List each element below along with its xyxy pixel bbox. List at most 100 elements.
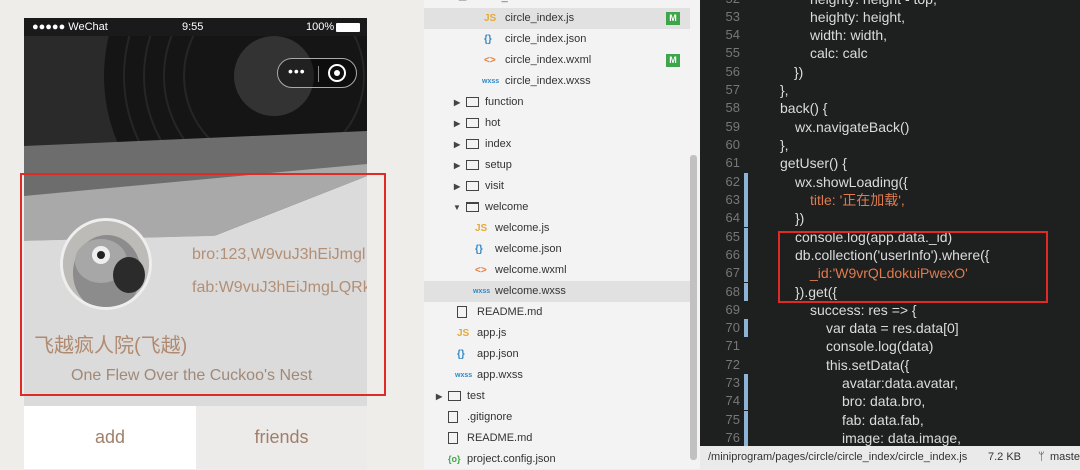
tree-item-label: welcome.wxss xyxy=(495,285,566,297)
line-number: 63 xyxy=(725,192,740,207)
code-line: 58 back() { xyxy=(700,99,1080,117)
line-text: }, xyxy=(780,137,789,153)
tab-add[interactable]: add xyxy=(24,406,196,469)
git-change-marker xyxy=(744,191,748,210)
tree-scrollbar[interactable] xyxy=(690,155,697,460)
chevron-down-icon: ▼ xyxy=(453,203,461,212)
code-line: 62 wx.showLoading({ xyxy=(700,173,1080,192)
tree-item[interactable]: <> welcome.wxml xyxy=(424,260,690,281)
tree-item[interactable]: {} welcome.json xyxy=(424,239,690,260)
js-file-icon: JS xyxy=(484,13,497,24)
git-change-marker xyxy=(744,228,748,247)
code-line: 72 this.setData({ xyxy=(700,356,1080,374)
tree-folder[interactable]: ▶ test xyxy=(424,386,690,407)
line-text: calc: calc xyxy=(810,45,868,61)
battery-icon xyxy=(336,23,360,32)
line-number: 58 xyxy=(725,100,740,115)
tree-folder[interactable]: ▶ index xyxy=(424,134,690,155)
carrier-label: ●●●●● WeChat xyxy=(32,21,108,33)
miniprogram-capsule[interactable]: ••• xyxy=(277,58,357,88)
highlight-box-code xyxy=(778,231,1048,303)
tree-item[interactable]: wxss app.wxss xyxy=(424,365,690,386)
tree-item-label: project.config.json xyxy=(467,453,556,465)
tree-item[interactable]: {} app.json xyxy=(424,344,690,365)
code-line: 69 success: res => { xyxy=(700,301,1080,319)
code-editor[interactable]: 52 heighty: height - top, 53 heighty: he… xyxy=(700,0,1080,446)
line-text: width: width, xyxy=(810,27,888,43)
tree-folder[interactable]: ▶ setup xyxy=(424,155,690,176)
tree-item[interactable]: .gitignore xyxy=(424,407,690,428)
tree-folder[interactable]: ▶ hot xyxy=(424,113,690,134)
git-change-marker xyxy=(744,209,748,228)
battery-level: 100% xyxy=(306,21,335,33)
tree-item[interactable]: {o} project.config.json xyxy=(424,449,690,470)
modified-badge: M xyxy=(666,54,680,67)
file-path: /miniprogram/pages/circle/circle_index/c… xyxy=(708,451,968,463)
code-line: 64 }) xyxy=(700,209,1080,228)
tab-friends[interactable]: friends xyxy=(196,406,367,469)
tree-folder-circle-index[interactable]: ⊟ circle_index xyxy=(424,0,690,8)
line-number: 60 xyxy=(725,137,740,152)
line-number: 59 xyxy=(725,119,740,134)
tree-item[interactable]: JS welcome.js xyxy=(424,218,690,239)
tree-item-label: welcome.wxml xyxy=(495,264,567,276)
folder-open-icon xyxy=(466,202,479,212)
more-icon[interactable]: ••• xyxy=(288,63,306,79)
tree-item[interactable]: {} circle_index.json xyxy=(424,29,690,50)
file-icon xyxy=(448,411,458,423)
tree-folder[interactable]: ▶ function xyxy=(424,92,690,113)
tree-item[interactable]: JS app.js xyxy=(424,323,690,344)
tree-item-label: .gitignore xyxy=(467,411,513,423)
line-number: 69 xyxy=(725,302,740,317)
line-number: 62 xyxy=(725,174,740,189)
line-number: 66 xyxy=(725,247,740,262)
json-file-icon: {} xyxy=(457,349,465,360)
tree-folder[interactable]: ▼ welcome xyxy=(424,197,690,218)
chevron-right-icon: ▶ xyxy=(454,140,461,149)
git-change-marker xyxy=(744,264,748,283)
tree-item[interactable]: wxss circle_index.wxss xyxy=(424,71,690,92)
line-text: heighty: height, xyxy=(810,9,905,25)
tree-item-label: circle_index.wxml xyxy=(505,54,592,66)
line-text: }) xyxy=(795,210,805,226)
tree-item[interactable]: README.md xyxy=(424,428,690,449)
git-change-marker xyxy=(744,173,748,192)
tree-item[interactable]: wxss welcome.wxss xyxy=(424,281,690,302)
line-number: 76 xyxy=(725,430,740,445)
json-file-icon: {} xyxy=(484,34,492,45)
clock: 9:55 xyxy=(182,21,204,33)
line-text: avatar:data.avatar, xyxy=(842,375,958,391)
folder-icon xyxy=(466,181,479,191)
tree-item-label: index xyxy=(485,138,512,150)
code-line: 61 getUser() { xyxy=(700,154,1080,172)
code-line: 54 width: width, xyxy=(700,26,1080,44)
tree-item[interactable]: <> circle_index.wxml M xyxy=(424,50,690,71)
tree-item-label: setup xyxy=(485,159,512,171)
chevron-right-icon: ▶ xyxy=(454,98,461,107)
tree-item-label: welcome.json xyxy=(495,243,562,255)
line-number: 64 xyxy=(725,210,740,225)
line-text: var data = res.data[0] xyxy=(826,320,959,336)
file-explorer: ⊟ circle_index JS circle_index.js M {} c… xyxy=(424,0,700,469)
tree-item[interactable]: JS circle_index.js M xyxy=(424,8,690,29)
git-branch[interactable]: maste xyxy=(1050,451,1080,463)
line-text: back() { xyxy=(780,100,828,116)
code-line: 74 bro: data.bro, xyxy=(700,392,1080,411)
tree-folder[interactable]: ▶ visit xyxy=(424,176,690,197)
close-icon[interactable] xyxy=(328,64,346,82)
line-number: 67 xyxy=(725,265,740,280)
config-file-icon: {o} xyxy=(448,454,461,464)
folder-icon xyxy=(466,139,479,149)
file-icon xyxy=(448,432,458,444)
tree-item-label: hot xyxy=(485,117,501,129)
line-number: 70 xyxy=(725,320,740,335)
tree-item-label: visit xyxy=(485,180,504,192)
line-number: 55 xyxy=(725,45,740,60)
tree-item-label: test xyxy=(467,390,485,402)
line-number: 56 xyxy=(725,64,740,79)
line-text: this.setData({ xyxy=(826,357,910,373)
git-change-marker xyxy=(744,392,748,411)
line-number: 74 xyxy=(725,393,740,408)
tree-item-label: circle_index xyxy=(476,0,534,8)
tree-item[interactable]: README.md xyxy=(424,302,690,323)
